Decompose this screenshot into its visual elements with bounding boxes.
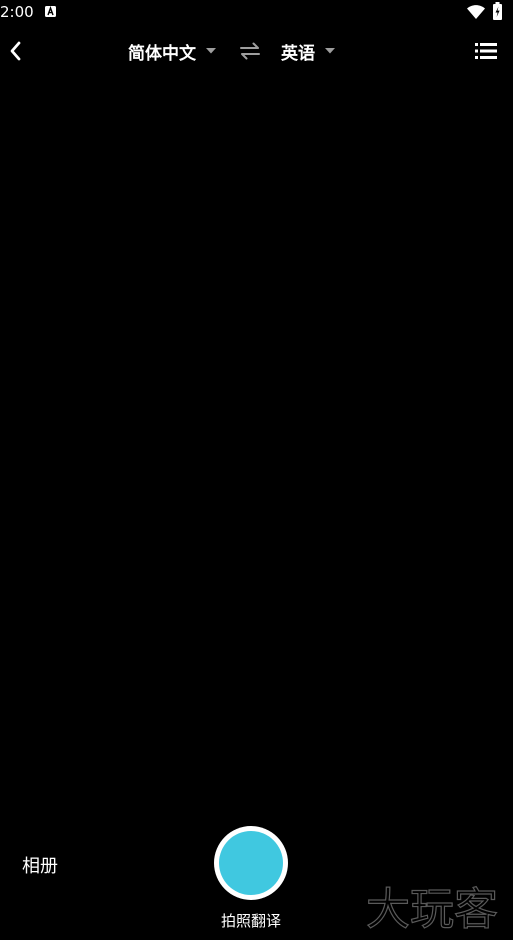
- notification-a-icon: [45, 6, 56, 17]
- capture-label: 拍照翻译: [220, 912, 281, 930]
- status-bar: 2:00: [0, 0, 513, 26]
- source-language-select[interactable]: 简体中文: [128, 38, 216, 64]
- swap-languages-button[interactable]: [239, 40, 261, 62]
- capture-button-inner: [219, 831, 283, 895]
- wifi-icon: [467, 5, 485, 19]
- battery-icon: [493, 2, 502, 20]
- history-menu-button[interactable]: [474, 40, 498, 62]
- caret-down-icon: [325, 48, 335, 54]
- status-time: 2:00: [0, 3, 34, 21]
- camera-preview[interactable]: [0, 76, 513, 816]
- chevron-left-icon: [10, 41, 21, 61]
- back-button[interactable]: [4, 38, 26, 64]
- caret-down-icon: [206, 48, 216, 54]
- target-language-select[interactable]: 英语: [281, 38, 335, 64]
- album-button[interactable]: 相册: [22, 855, 58, 879]
- capture-button[interactable]: [214, 826, 288, 900]
- source-language-label: 简体中文: [128, 43, 196, 64]
- target-language-label: 英语: [281, 43, 315, 64]
- watermark-logo: 大玩客: [365, 883, 498, 935]
- list-menu-icon: [475, 43, 497, 59]
- swap-arrows-icon: [240, 42, 260, 60]
- svg-text:大玩客: 大玩客: [366, 884, 498, 935]
- header-bar: 简体中文 英语: [0, 28, 513, 74]
